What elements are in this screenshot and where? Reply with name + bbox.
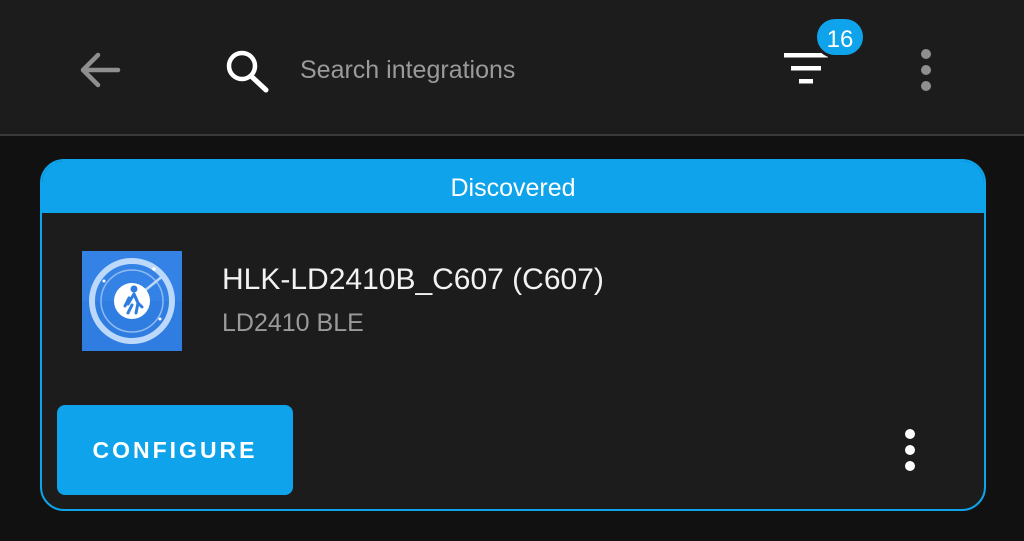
dots-vertical-icon (921, 49, 931, 91)
card-overflow-menu-button[interactable] (890, 425, 930, 475)
arrow-left-icon (80, 52, 121, 88)
toolbar-overflow-menu-button[interactable] (906, 40, 946, 100)
discovered-integration-card: Discovered HLK-LD2410B_C607 (C607) LD241… (40, 159, 986, 511)
search-input[interactable] (298, 44, 742, 96)
dots-vertical-icon (905, 429, 915, 471)
configure-button[interactable]: CONFIGURE (57, 405, 293, 495)
top-app-bar: 16 (0, 0, 1024, 136)
integration-name: LD2410 BLE (222, 309, 364, 337)
device-logo (82, 251, 182, 351)
radar-person-icon (82, 251, 182, 351)
search-icon (218, 40, 278, 100)
card-header: Discovered (42, 161, 984, 213)
back-button[interactable] (70, 40, 130, 100)
filter-count-badge: 16 (814, 16, 866, 58)
device-name: HLK-LD2410B_C607 (C607) (222, 263, 604, 296)
